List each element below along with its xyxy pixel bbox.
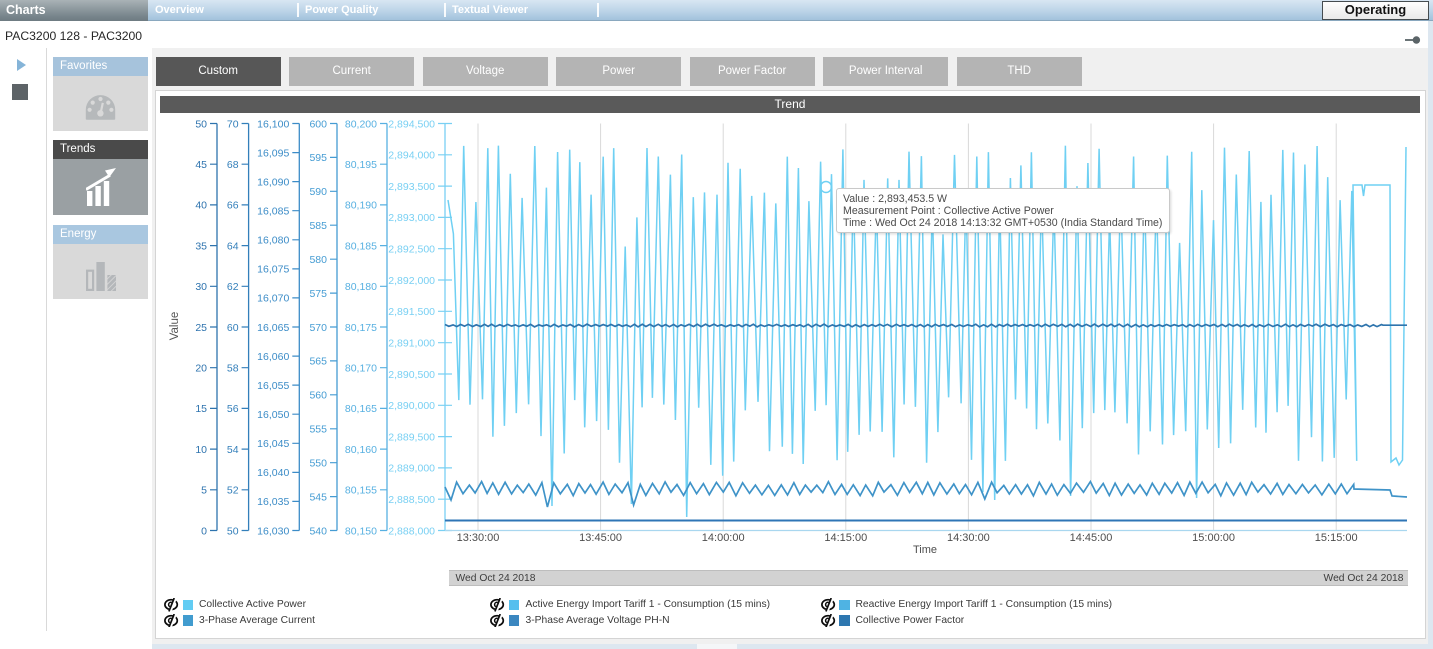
svg-text:560: 560: [309, 390, 327, 402]
svg-text:64: 64: [227, 240, 239, 252]
svg-text:2,891,500: 2,891,500: [388, 306, 435, 318]
svg-text:16,070: 16,070: [257, 293, 289, 305]
svg-text:580: 580: [309, 254, 327, 266]
svg-text:565: 565: [309, 356, 327, 368]
svg-text:35: 35: [195, 240, 207, 252]
svg-text:16,035: 16,035: [257, 496, 289, 508]
svg-text:2,889,500: 2,889,500: [388, 431, 435, 443]
svg-text:45: 45: [195, 159, 207, 171]
svg-text:60: 60: [227, 322, 239, 334]
svg-text:80,180: 80,180: [345, 281, 377, 293]
svg-text:15:00:00: 15:00:00: [1192, 532, 1235, 544]
svg-text:2,889,000: 2,889,000: [388, 463, 435, 475]
svg-text:16,045: 16,045: [257, 438, 289, 450]
svg-text:80,170: 80,170: [345, 363, 377, 375]
svg-text:14:30:00: 14:30:00: [947, 532, 990, 544]
svg-text:56: 56: [227, 403, 239, 415]
svg-text:2,894,000: 2,894,000: [388, 150, 435, 162]
svg-text:70: 70: [227, 118, 239, 130]
svg-text:80,200: 80,200: [345, 118, 377, 130]
svg-text:590: 590: [309, 186, 327, 198]
svg-text:80,195: 80,195: [345, 159, 377, 171]
svg-text:16,030: 16,030: [257, 525, 289, 537]
svg-text:16,040: 16,040: [257, 467, 289, 479]
svg-text:58: 58: [227, 363, 239, 375]
svg-text:2,894,500: 2,894,500: [388, 118, 435, 130]
svg-text:80,160: 80,160: [345, 444, 377, 456]
svg-text:2,892,000: 2,892,000: [388, 275, 435, 287]
svg-text:16,065: 16,065: [257, 322, 289, 334]
svg-text:2,890,500: 2,890,500: [388, 369, 435, 381]
svg-text:600: 600: [309, 118, 327, 130]
svg-text:545: 545: [309, 491, 327, 503]
svg-text:0: 0: [201, 525, 207, 537]
svg-text:2,892,500: 2,892,500: [388, 244, 435, 256]
svg-text:66: 66: [227, 200, 239, 212]
svg-text:2,893,500: 2,893,500: [388, 181, 435, 193]
svg-text:15:15:00: 15:15:00: [1315, 532, 1358, 544]
svg-text:16,085: 16,085: [257, 206, 289, 218]
svg-text:2,893,000: 2,893,000: [388, 212, 435, 224]
svg-text:62: 62: [227, 281, 239, 293]
svg-text:13:45:00: 13:45:00: [579, 532, 622, 544]
svg-text:52: 52: [227, 485, 239, 497]
svg-text:68: 68: [227, 159, 239, 171]
svg-text:20: 20: [195, 363, 207, 375]
svg-text:80,165: 80,165: [345, 403, 377, 415]
svg-text:50: 50: [195, 118, 207, 130]
svg-text:54: 54: [227, 444, 239, 456]
svg-text:2,888,500: 2,888,500: [388, 494, 435, 506]
svg-text:Time: Time: [913, 544, 937, 556]
svg-text:14:00:00: 14:00:00: [702, 532, 745, 544]
svg-text:540: 540: [309, 525, 327, 537]
svg-text:10: 10: [195, 444, 207, 456]
svg-text:595: 595: [309, 152, 327, 164]
svg-text:80,185: 80,185: [345, 240, 377, 252]
svg-text:16,080: 16,080: [257, 235, 289, 247]
svg-text:2,890,000: 2,890,000: [388, 400, 435, 412]
svg-text:30: 30: [195, 281, 207, 293]
svg-text:2,891,000: 2,891,000: [388, 338, 435, 350]
svg-text:16,090: 16,090: [257, 176, 289, 188]
svg-text:15: 15: [195, 403, 207, 415]
svg-text:80,190: 80,190: [345, 200, 377, 212]
svg-text:80,175: 80,175: [345, 322, 377, 334]
svg-text:80,155: 80,155: [345, 485, 377, 497]
svg-text:585: 585: [309, 220, 327, 232]
svg-text:2,888,000: 2,888,000: [388, 525, 435, 537]
svg-text:16,050: 16,050: [257, 409, 289, 421]
svg-text:13:30:00: 13:30:00: [457, 532, 500, 544]
svg-text:16,075: 16,075: [257, 264, 289, 276]
svg-text:5: 5: [201, 485, 207, 497]
svg-text:550: 550: [309, 458, 327, 470]
svg-text:575: 575: [309, 288, 327, 300]
svg-text:16,100: 16,100: [257, 118, 289, 130]
svg-text:80,150: 80,150: [345, 525, 377, 537]
svg-text:16,060: 16,060: [257, 351, 289, 363]
svg-text:14:15:00: 14:15:00: [824, 532, 867, 544]
svg-text:16,095: 16,095: [257, 147, 289, 159]
svg-text:570: 570: [309, 322, 327, 334]
svg-text:555: 555: [309, 424, 327, 436]
svg-text:25: 25: [195, 322, 207, 334]
svg-text:40: 40: [195, 200, 207, 212]
svg-text:50: 50: [227, 525, 239, 537]
svg-text:14:45:00: 14:45:00: [1070, 532, 1113, 544]
svg-text:16,055: 16,055: [257, 380, 289, 392]
